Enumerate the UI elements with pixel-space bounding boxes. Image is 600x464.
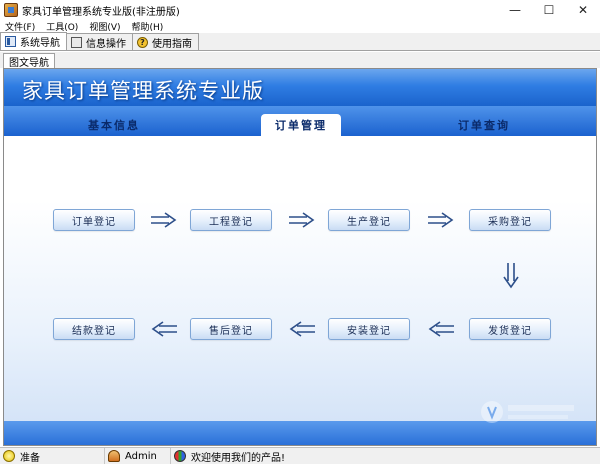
status-ready-cell: 准备 [0,447,105,464]
nav-tab-order-management[interactable]: 订单管理 [261,114,341,136]
tab-system-nav[interactable]: 系统导航 [0,32,67,50]
arrow-right-icon [428,212,454,228]
maximize-button[interactable]: ☐ [532,0,566,20]
arrow-right-icon [289,212,315,228]
nav-tab-basic-info[interactable]: 基本信息 [64,114,164,136]
menu-help[interactable]: 帮助(H) [132,20,164,33]
menu-bar: 文件(F) 工具(O) 视图(V) 帮助(H) [0,20,600,33]
menu-view[interactable]: 视图(V) [89,20,120,33]
arrow-right-icon [151,212,177,228]
status-user-cell: Admin [105,447,171,464]
arrow-down-icon [503,263,519,289]
arrow-left-icon [289,321,315,337]
close-button[interactable]: ✕ [566,0,600,20]
banner: 家具订单管理系统专业版 [4,69,596,106]
arrow-left-icon [428,321,454,337]
people-icon [174,450,186,462]
tab-label: 信息操作 [86,38,126,50]
sub-tab-row: 图文导航 [0,52,600,69]
nav-band: 基本信息 订单管理 订单查询 [4,106,596,136]
project-register-button[interactable]: 工程登记 [190,209,272,231]
tab-user-guide[interactable]: ? 使用指南 [132,33,199,50]
tab-info-ops[interactable]: 信息操作 [66,33,133,50]
status-message-cell: 欢迎使用我们的产品! [171,448,285,464]
app-icon [4,3,18,17]
arrow-left-icon [151,321,177,337]
production-register-button[interactable]: 生产登记 [328,209,410,231]
help-icon: ? [137,36,148,48]
tab-label: 使用指南 [152,38,192,50]
info-icon [71,36,82,48]
watermark-logo [481,401,574,423]
status-message: 欢迎使用我们的产品! [191,452,286,464]
install-register-button[interactable]: 安装登记 [328,318,410,340]
window-title: 家具订单管理系统专业版(非注册版) [22,6,180,18]
bulb-icon [3,450,15,462]
purchase-register-button[interactable]: 采购登记 [469,209,551,231]
after-sales-register-button[interactable]: 售后登记 [190,318,272,340]
shipping-register-button[interactable]: 发货登记 [469,318,551,340]
nav-tab-order-query[interactable]: 订单查询 [434,114,534,136]
tool-tab-strip: 系统导航 信息操作 ? 使用指南 [0,32,600,51]
payment-register-button[interactable]: 结款登记 [53,318,135,340]
status-user: Admin [125,450,157,462]
status-ready: 准备 [20,452,40,464]
minimize-button[interactable]: — [498,0,532,20]
tab-label: 系统导航 [20,38,60,49]
user-icon [108,450,120,462]
title-bar: 家具订单管理系统专业版(非注册版) — ☐ ✕ [0,0,600,20]
banner-title: 家具订单管理系统专业版 [22,79,264,103]
order-register-button[interactable]: 订单登记 [53,209,135,231]
window-controls: — ☐ ✕ [498,0,600,20]
tab-graphic-nav[interactable]: 图文导航 [3,53,55,69]
status-bar: 准备 Admin 欢迎使用我们的产品! [0,447,600,464]
navigation-panel: 家具订单管理系统专业版 基本信息 订单管理 订单查询 订单登记 工程登记 生产登… [3,68,597,446]
nav-icon [5,36,16,47]
